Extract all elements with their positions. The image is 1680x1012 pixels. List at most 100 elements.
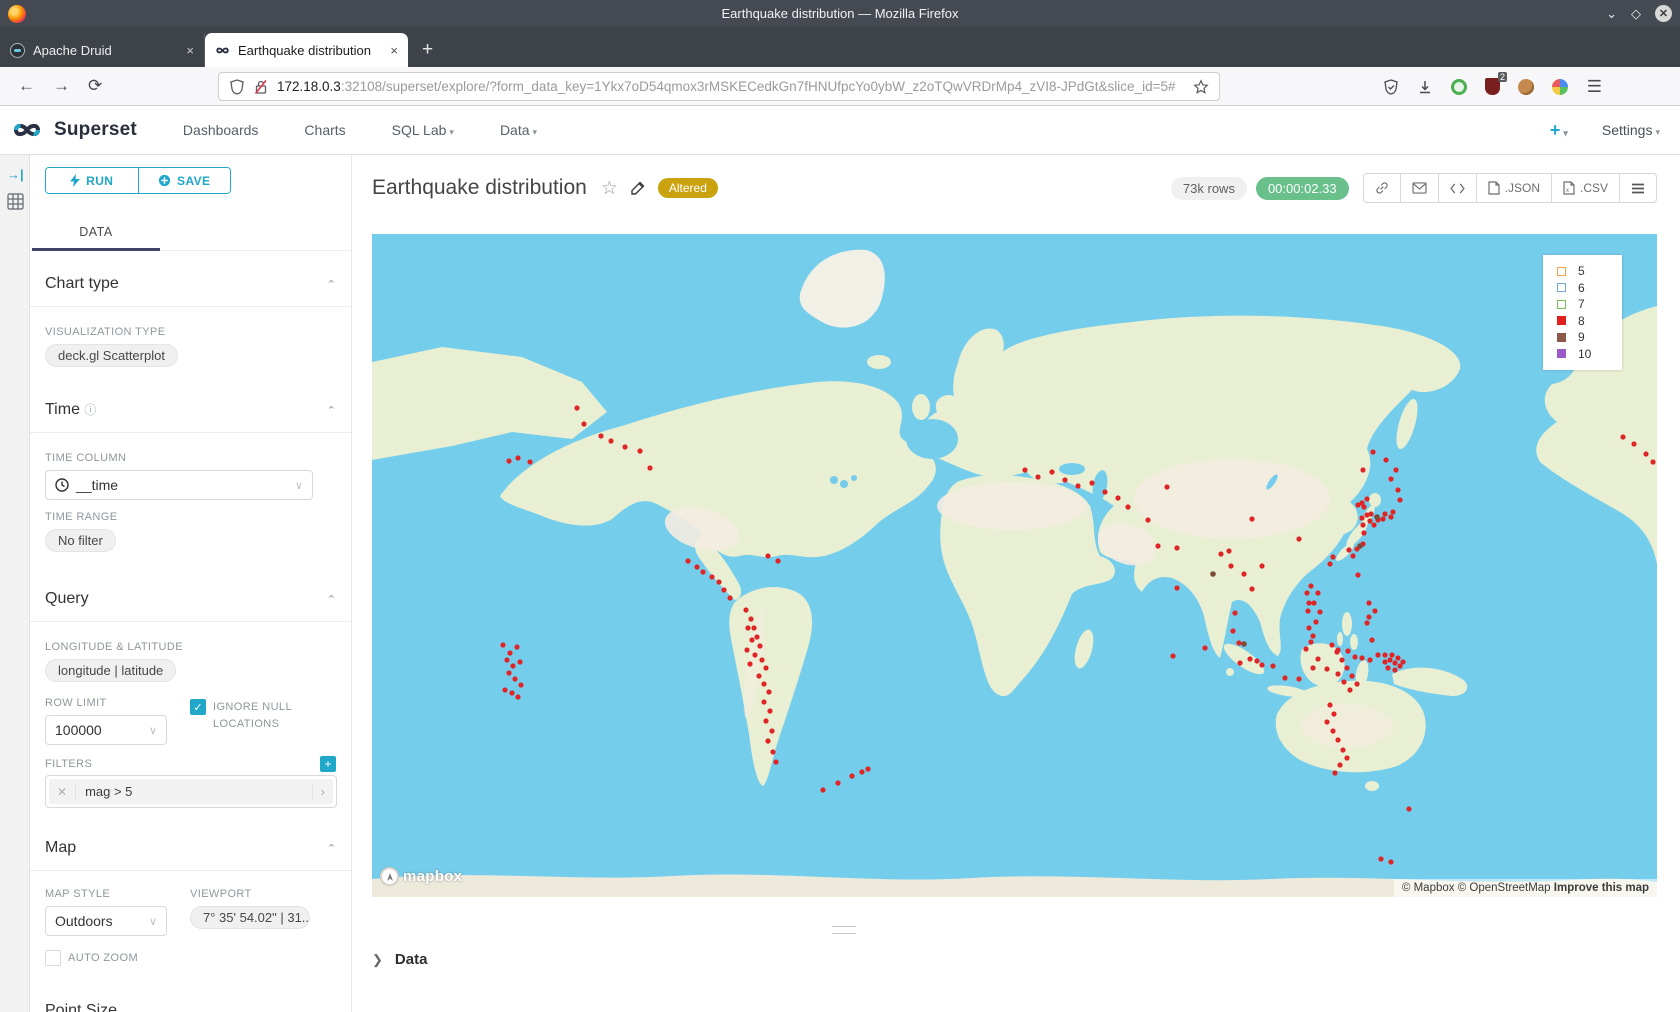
- adblocker-badge: 2: [1498, 72, 1507, 82]
- time-range-pill[interactable]: No filter: [45, 529, 116, 552]
- panel-resize-handle[interactable]: [832, 926, 856, 934]
- bookmark-star-icon[interactable]: [1193, 79, 1209, 95]
- earthquake-point: [1075, 483, 1080, 488]
- legend-label: 10: [1578, 347, 1591, 361]
- earthquake-point: [1089, 480, 1094, 485]
- nav-charts[interactable]: Charts: [304, 122, 345, 138]
- dataset-grid-icon[interactable]: [7, 193, 24, 210]
- earthquake-point: [1062, 477, 1067, 482]
- data-panel-toggle[interactable]: ❯ Data: [372, 951, 427, 968]
- chevron-down-icon[interactable]: ⌄: [327, 1005, 336, 1012]
- section-time[interactable]: Time ⓘ ⌃: [30, 401, 352, 419]
- row-limit-select[interactable]: 100000 ∨: [45, 715, 167, 745]
- favorite-star-icon[interactable]: ☆: [601, 177, 618, 200]
- superset-logo[interactable]: Superset: [12, 119, 137, 141]
- earthquake-point: [1327, 702, 1332, 707]
- earthquake-point: [1249, 516, 1254, 521]
- chevron-up-icon[interactable]: ⌃: [327, 404, 336, 417]
- map-legend: 5678910: [1543, 255, 1622, 370]
- reload-button[interactable]: ⟳: [88, 76, 102, 96]
- legend-item: 8: [1557, 313, 1622, 330]
- forward-button[interactable]: →: [53, 76, 70, 96]
- close-icon[interactable]: ✕: [1655, 5, 1672, 22]
- new-tab-button[interactable]: +: [422, 39, 433, 61]
- extension-green-icon[interactable]: [1451, 79, 1467, 95]
- edit-properties-icon[interactable]: [630, 180, 646, 196]
- chevron-up-icon[interactable]: ⌃: [327, 278, 336, 291]
- tab-earthquake-distribution[interactable]: Earthquake distribution ×: [205, 33, 408, 67]
- altered-badge[interactable]: Altered: [658, 178, 718, 198]
- osm-attribution-link[interactable]: © OpenStreetMap: [1458, 882, 1551, 894]
- earthquake-point: [512, 676, 517, 681]
- deckgl-scatter-map[interactable]: 5678910 mapbox © Mapbox © OpenStreetMap …: [372, 234, 1657, 897]
- share-link-button[interactable]: [1364, 174, 1400, 202]
- downloads-icon[interactable]: [1417, 79, 1433, 95]
- embed-code-button[interactable]: [1438, 174, 1476, 202]
- section-map[interactable]: Map ⌃: [30, 839, 352, 857]
- nav-data[interactable]: Data▾: [500, 122, 537, 138]
- colorful-extension-icon[interactable]: [1552, 79, 1568, 95]
- ignore-null-checkbox[interactable]: ✓: [190, 699, 206, 715]
- lonlat-pill[interactable]: longitude | latitude: [45, 659, 176, 682]
- chevron-down-icon: ▾: [449, 127, 454, 137]
- protection-shield-icon[interactable]: [1383, 79, 1399, 95]
- chevron-up-icon[interactable]: ⌃: [327, 593, 336, 606]
- add-new-button[interactable]: +▾: [1550, 120, 1568, 141]
- chart-control-panel: RUN SAVE DATA Chart type ⌃ VISUALIZATION…: [30, 155, 352, 1012]
- tab-apache-druid[interactable]: Apache Druid ×: [0, 33, 205, 67]
- minimize-icon[interactable]: ⌄: [1606, 6, 1617, 22]
- auto-zoom-checkbox[interactable]: [45, 950, 61, 966]
- earthquake-point: [1249, 586, 1254, 591]
- maximize-icon[interactable]: ◇: [1631, 6, 1641, 22]
- viz-type-pill[interactable]: deck.gl Scatterplot: [45, 344, 178, 367]
- earthquake-point: [1344, 755, 1349, 760]
- nav-dashboards[interactable]: Dashboards: [183, 122, 259, 138]
- legend-swatch: [1557, 267, 1566, 276]
- section-point-size[interactable]: Point Size ⌄: [30, 1002, 352, 1012]
- chevron-up-icon[interactable]: ⌃: [327, 842, 336, 855]
- section-chart-type[interactable]: Chart type ⌃: [30, 275, 352, 293]
- save-button[interactable]: SAVE: [138, 168, 231, 193]
- legend-label: 7: [1578, 297, 1585, 311]
- run-button[interactable]: RUN: [46, 168, 138, 193]
- chevron-down-icon: ∨: [149, 915, 157, 928]
- earthquake-point: [1332, 770, 1337, 775]
- expand-datasource-icon[interactable]: →|: [7, 167, 24, 182]
- add-filter-button[interactable]: +: [320, 756, 336, 772]
- filter-item[interactable]: ✕ mag > 5 ›: [49, 779, 333, 804]
- legend-label: 9: [1578, 330, 1585, 344]
- tab-close-icon[interactable]: ×: [186, 43, 194, 58]
- viewport-pill[interactable]: 7° 35' 54.02" | 31...: [190, 906, 310, 929]
- tab-data[interactable]: DATA: [32, 215, 160, 251]
- chevron-right-icon[interactable]: ›: [312, 784, 333, 799]
- tab-close-icon[interactable]: ×: [390, 43, 398, 58]
- url-bar[interactable]: 172.18.0.3:32108/superset/explore/?form_…: [218, 72, 1220, 101]
- earthquake-point: [574, 405, 579, 410]
- earthquake-point: [1357, 543, 1363, 549]
- settings-menu[interactable]: Settings▾: [1602, 122, 1660, 138]
- section-query[interactable]: Query ⌃: [30, 590, 352, 608]
- email-button[interactable]: [1400, 174, 1438, 202]
- mapbox-attribution-link[interactable]: © Mapbox: [1402, 882, 1455, 894]
- back-button[interactable]: ←: [18, 76, 35, 96]
- chart-menu-button[interactable]: [1619, 174, 1656, 202]
- export-json-button[interactable]: .JSON: [1476, 174, 1551, 202]
- permissions-shield-icon[interactable]: [229, 79, 245, 95]
- earthquake-point: [506, 670, 511, 675]
- adblocker-shield-icon[interactable]: 2: [1485, 78, 1500, 95]
- earthquake-point: [1236, 640, 1241, 645]
- earthquake-point: [1387, 657, 1392, 662]
- improve-map-link[interactable]: Improve this map: [1554, 882, 1649, 894]
- mapbox-logo[interactable]: mapbox: [380, 867, 462, 886]
- nav-sql-lab[interactable]: SQL Lab▾: [392, 122, 454, 138]
- map-style-select[interactable]: Outdoors ∨: [45, 906, 167, 936]
- firefox-menu-icon[interactable]: ☰: [1587, 77, 1602, 97]
- cookie-extension-icon[interactable]: [1518, 79, 1534, 95]
- time-column-select[interactable]: __time ∨: [45, 470, 313, 500]
- remove-filter-icon[interactable]: ✕: [49, 785, 76, 799]
- earthquake-point: [756, 673, 761, 678]
- envelope-icon: [1412, 182, 1427, 194]
- legend-swatch: [1557, 300, 1566, 309]
- export-csv-button[interactable]: x .CSV: [1551, 174, 1619, 202]
- insecure-lock-icon[interactable]: [253, 79, 269, 95]
